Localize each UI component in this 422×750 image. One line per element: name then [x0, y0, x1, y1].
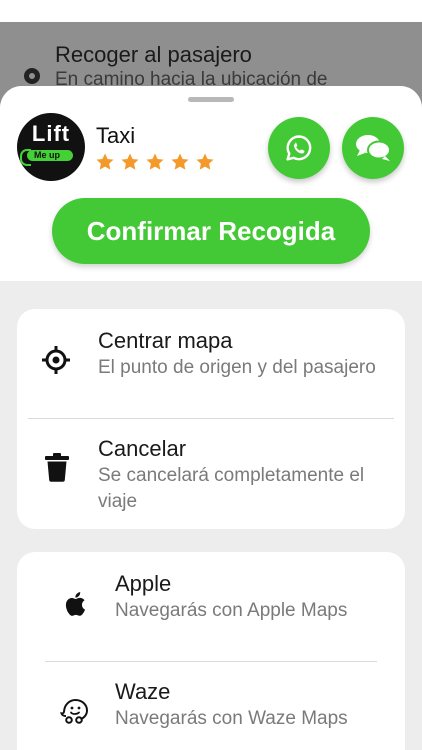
divider	[28, 418, 394, 419]
whatsapp-button[interactable]	[268, 117, 330, 179]
nav-option-title: Waze	[115, 679, 171, 704]
nav-option-description: Navegarás con Waze Maps	[115, 708, 348, 729]
options-card: Centrar mapa El punto de origen y del pa…	[17, 309, 405, 529]
waze-icon	[60, 697, 90, 725]
driver-logo: Lift Me up	[17, 113, 85, 181]
star-icon	[196, 153, 214, 170]
trash-icon	[43, 452, 71, 482]
star-icon	[146, 153, 164, 170]
star-icon	[96, 153, 114, 170]
driver-name: Taxi	[96, 123, 136, 148]
option-title: Cancelar	[98, 436, 187, 461]
option-description: El punto de origen y del pasajero	[98, 357, 376, 378]
whatsapp-icon	[286, 135, 312, 161]
nav-option-description: Navegarás con Apple Maps	[115, 600, 348, 621]
divider	[45, 661, 377, 662]
location-pin-icon	[24, 68, 40, 84]
chat-button[interactable]	[342, 117, 404, 179]
navigation-card: Apple Navegarás con Apple Maps Waze Nave…	[17, 552, 405, 750]
bottom-sheet: Lift Me up Taxi Confirmar Recogida Centr…	[0, 86, 422, 750]
star-icon	[171, 153, 189, 170]
logo-text: Lift	[31, 121, 71, 146]
drag-handle[interactable]	[188, 97, 234, 102]
status-bar	[0, 0, 422, 22]
rating-stars	[95, 152, 215, 172]
apple-icon	[64, 591, 86, 617]
crosshair-icon	[41, 345, 71, 375]
option-title: Centrar mapa	[98, 328, 233, 353]
trip-status-title: Recoger al pasajero	[55, 42, 252, 67]
logo-subtext: Me up	[34, 150, 60, 160]
option-description: Se cancelará completamente el viaje	[98, 465, 365, 512]
confirm-pickup-button[interactable]: Confirmar Recogida	[52, 198, 370, 264]
chat-icon	[356, 135, 391, 161]
star-icon	[121, 153, 139, 170]
nav-option-title: Apple	[115, 571, 172, 596]
